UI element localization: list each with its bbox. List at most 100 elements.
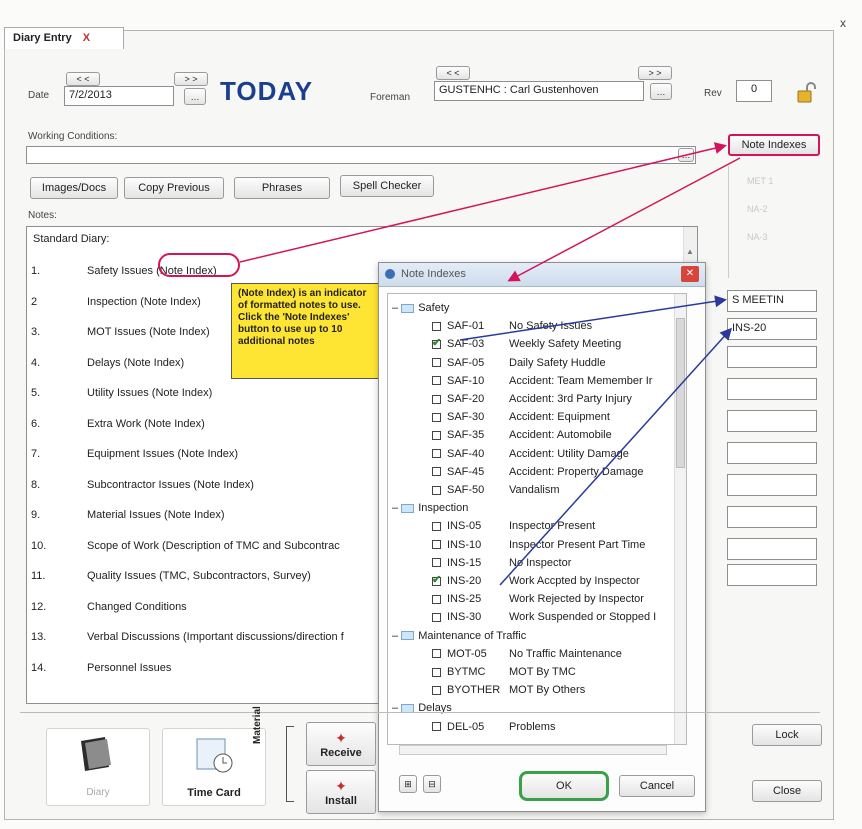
receive-button[interactable]: ✦ Receive <box>306 722 376 766</box>
checkbox[interactable] <box>432 412 441 422</box>
checkbox[interactable] <box>432 430 441 440</box>
date-field[interactable]: 7/2/2013 <box>64 86 174 106</box>
checkbox[interactable] <box>432 540 441 550</box>
tree-item[interactable]: SAF-20 Accident: 3rd Party Injury <box>432 393 632 405</box>
tree-group[interactable]: – Maintenance of Traffic <box>392 630 526 642</box>
tree-item[interactable]: DEL-05 Problems <box>432 721 555 733</box>
dialog-close-button[interactable]: ✕ <box>681 266 699 282</box>
checkbox[interactable] <box>432 467 441 477</box>
note-number: 1. <box>31 265 41 277</box>
dialog-expand-button[interactable]: ⊞ <box>399 775 417 793</box>
note-number: 7. <box>31 448 41 460</box>
side-slot-7[interactable] <box>727 474 817 496</box>
tree-item[interactable]: BYTMC MOT By TMC <box>432 666 576 678</box>
side-slot-6[interactable] <box>727 442 817 464</box>
checkbox[interactable] <box>432 667 441 677</box>
tree-item[interactable]: SAF-05 Daily Safety Huddle <box>432 357 606 369</box>
checkbox[interactable] <box>432 594 441 604</box>
tree-item[interactable]: INS-15 No Inspector <box>432 557 571 569</box>
tab-close-icon[interactable]: X <box>83 32 90 44</box>
collapse-toggle-icon[interactable]: – <box>392 630 401 642</box>
time-card-tile[interactable]: Time Card <box>162 728 266 806</box>
dialog-tree-scroll-thumb[interactable] <box>676 318 685 468</box>
tree-item[interactable]: INS-25 Work Rejected by Inspector <box>432 593 644 605</box>
tree-item[interactable]: SAF-03 Weekly Safety Meeting <box>432 336 621 350</box>
checkbox[interactable] <box>432 612 441 622</box>
tree-item[interactable]: SAF-35 Accident: Automobile <box>432 429 612 441</box>
side-slot-1[interactable]: S MEETIN <box>727 290 817 312</box>
foreman-field[interactable]: GUSTENHC : Carl Gustenhoven <box>434 81 644 101</box>
tree-item[interactable]: INS-20 Work Accpted by Inspector <box>432 573 640 587</box>
side-slot-2[interactable]: INS-20 <box>727 318 817 340</box>
tree-group[interactable]: – Inspection <box>392 502 468 514</box>
tree-item-code: SAF-40 <box>447 447 485 460</box>
working-conditions-picker-button[interactable]: … <box>678 148 694 162</box>
collapse-toggle-icon[interactable]: – <box>392 502 401 514</box>
checkbox[interactable] <box>432 358 441 368</box>
dialog-cancel-button[interactable]: Cancel <box>619 775 695 797</box>
date-prev-button[interactable]: < < <box>66 72 100 86</box>
tree-item[interactable]: SAF-01 No Safety Issues <box>432 320 592 332</box>
note-indexes-button[interactable]: Note Indexes <box>728 134 820 156</box>
dialog-tree-scrollbar[interactable] <box>674 294 686 744</box>
checkbox[interactable] <box>432 573 441 586</box>
working-conditions-input[interactable] <box>26 146 696 164</box>
side-slot-3[interactable] <box>727 346 817 368</box>
side-slot-4[interactable] <box>727 378 817 400</box>
date-next-button[interactable]: > > <box>174 72 208 86</box>
checkbox[interactable] <box>432 521 441 531</box>
lock-button[interactable]: Lock <box>752 724 822 746</box>
tree-item-code: SAF-30 <box>447 411 485 424</box>
images-docs-button[interactable]: Images/Docs <box>30 177 118 199</box>
checkbox[interactable] <box>432 336 441 349</box>
dialog-ok-button[interactable]: OK <box>519 771 609 801</box>
side-slot-9[interactable] <box>727 538 817 560</box>
checkbox[interactable] <box>432 722 441 732</box>
tree-item[interactable]: MOT-05 No Traffic Maintenance <box>432 648 622 660</box>
checkbox[interactable] <box>432 485 441 495</box>
rev-field[interactable]: 0 <box>736 80 772 102</box>
side-slot-8[interactable] <box>727 506 817 528</box>
date-picker-button[interactable]: … <box>184 88 206 105</box>
material-bracket <box>286 726 294 802</box>
install-button[interactable]: ✦ Install <box>306 770 376 814</box>
dialog-collapse-button[interactable]: ⊟ <box>423 775 441 793</box>
foreman-picker-button[interactable]: … <box>650 83 672 100</box>
side-slot-5[interactable] <box>727 410 817 432</box>
tree-item[interactable]: SAF-40 Accident: Utility Damage <box>432 448 629 460</box>
spell-checker-button[interactable]: Spell Checker <box>340 175 434 197</box>
tree-group-label: Safety <box>418 302 450 314</box>
tree-item[interactable]: BYOTHER MOT By Others <box>432 684 585 696</box>
foreman-next-button[interactable]: > > <box>638 66 672 80</box>
tree-item[interactable]: SAF-30 Accident: Equipment <box>432 411 610 423</box>
material-group-label: Material <box>252 706 263 744</box>
window-close-icon[interactable]: x <box>840 16 846 30</box>
tree-item[interactable]: SAF-50 Vandalism <box>432 484 560 496</box>
diary-tile[interactable]: Diary <box>46 728 150 806</box>
tree-group[interactable]: – Safety <box>392 302 449 314</box>
foreman-prev-button[interactable]: < < <box>436 66 470 80</box>
collapse-toggle-icon[interactable]: – <box>392 302 401 314</box>
checkbox[interactable] <box>432 649 441 659</box>
scroll-up-icon[interactable]: ▲ <box>686 247 694 256</box>
lock-icon[interactable] <box>795 82 817 104</box>
tree-item[interactable]: SAF-10 Accident: Team Memember Ir <box>432 375 652 387</box>
checkbox[interactable] <box>432 558 441 568</box>
today-button[interactable]: TODAY <box>220 76 313 107</box>
tree-item[interactable]: INS-05 Inspector Present <box>432 520 595 532</box>
close-button[interactable]: Close <box>752 780 822 802</box>
side-slot-10[interactable] <box>727 564 817 586</box>
copy-previous-button[interactable]: Copy Previous <box>124 177 224 199</box>
checkbox[interactable] <box>432 685 441 695</box>
tree-item[interactable]: INS-10 Inspector Present Part Time <box>432 539 645 551</box>
tree-item[interactable]: SAF-45 Accident: Property Damage <box>432 466 644 478</box>
tree-item[interactable]: INS-30 Work Suspended or Stopped I <box>432 611 656 623</box>
checkbox[interactable] <box>432 449 441 459</box>
dialog-hscroll[interactable] <box>399 745 667 755</box>
rev-label: Rev <box>704 88 722 99</box>
checkbox[interactable] <box>432 321 441 331</box>
checkbox[interactable] <box>432 376 441 386</box>
tab-diary-entry[interactable]: Diary Entry X <box>4 27 124 49</box>
phrases-button[interactable]: Phrases <box>234 177 330 199</box>
checkbox[interactable] <box>432 394 441 404</box>
